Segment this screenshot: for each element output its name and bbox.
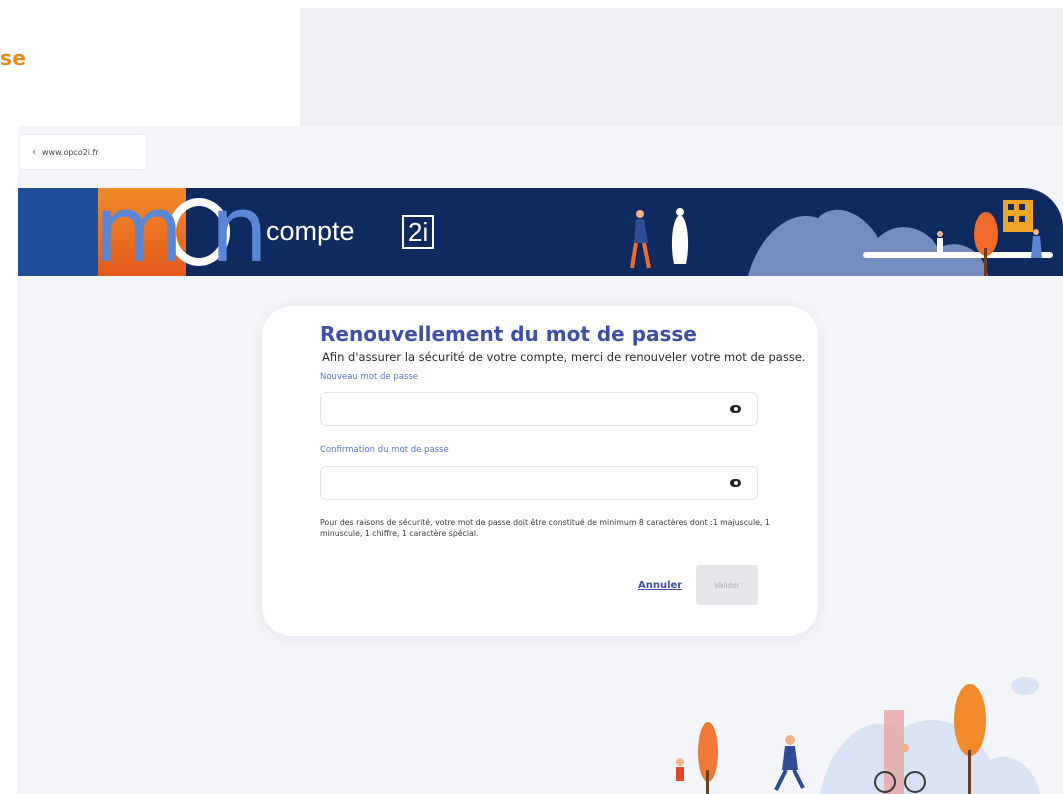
- slide-title: se: [0, 46, 27, 70]
- page-subtitle: Afin d'assurer la sécurité de votre comp…: [322, 350, 806, 364]
- new-password-label: Nouveau mot de passe: [320, 372, 419, 382]
- new-password-input[interactable]: [321, 393, 757, 425]
- submit-button[interactable]: Valider: [696, 565, 758, 605]
- logo-text-m: m: [94, 188, 184, 276]
- confirm-password-label: Confirmation du mot de passe: [320, 445, 449, 455]
- slide-header-panel: [300, 8, 1063, 136]
- eye-icon[interactable]: [730, 405, 741, 413]
- eye-icon[interactable]: [730, 479, 741, 487]
- confirm-password-field[interactable]: [320, 466, 758, 500]
- bottom-illustration: [676, 677, 1040, 794]
- header-banner: compte 2i m n: [18, 188, 1063, 276]
- password-rules-hint: Pour des raisons de sécurité, votre mot …: [320, 518, 770, 538]
- back-link[interactable]: ‹ www.opco2i.fr: [20, 135, 146, 169]
- cancel-link[interactable]: Annuler: [638, 580, 682, 591]
- chevron-left-icon: ‹: [32, 146, 36, 158]
- screenshot: se ‹ www.opco2i.fr compte 2i m n Renouve…: [0, 0, 1063, 794]
- logo-text-n: n: [210, 188, 269, 276]
- page-title: Renouvellement du mot de passe: [320, 322, 697, 346]
- new-password-field[interactable]: [320, 392, 758, 426]
- screen-left-margin: [0, 126, 18, 794]
- back-link-label: www.opco2i.fr: [42, 147, 99, 157]
- confirm-password-input[interactable]: [321, 467, 757, 499]
